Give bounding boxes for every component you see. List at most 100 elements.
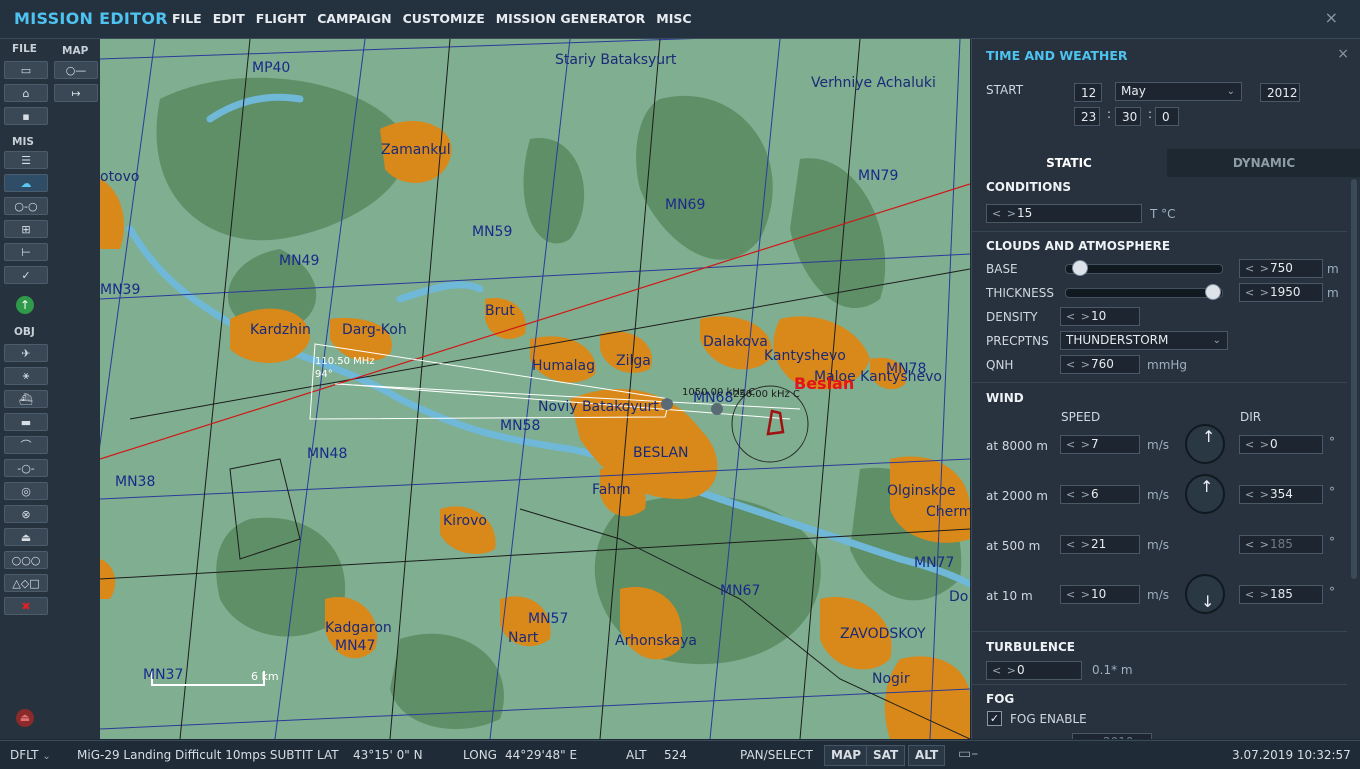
fog-visibility-input-partial[interactable]: 2010: [1072, 733, 1152, 739]
density-input[interactable]: < > 10: [1060, 307, 1140, 326]
pan-select-mode[interactable]: PAN/SELECT: [740, 748, 813, 762]
wind-dir-value: 354: [1270, 487, 1293, 501]
map-mode-button[interactable]: MAP: [824, 745, 869, 766]
precipitation-select[interactable]: THUNDERSTORM ⌄: [1060, 331, 1228, 350]
menu-mission-generator[interactable]: MISSION GENERATOR: [496, 11, 646, 26]
turbulence-input[interactable]: < > 0: [986, 661, 1082, 680]
mission-list-icon[interactable]: ☰: [4, 151, 48, 169]
new-file-icon[interactable]: ▭: [4, 61, 48, 79]
chevron-down-icon: ⌄: [42, 751, 51, 762]
boat-icon[interactable]: ⏏: [4, 528, 48, 546]
check-icon[interactable]: ✓: [4, 266, 48, 284]
divider: [972, 382, 1347, 383]
exit-icon[interactable]: ⏏: [16, 709, 34, 727]
cloud-base-knob[interactable]: [1071, 260, 1088, 276]
panel-close-button[interactable]: ×: [1337, 46, 1349, 62]
file-group-label: FILE: [12, 43, 37, 55]
cloud-thickness-unit: m: [1327, 286, 1339, 300]
tank-icon[interactable]: ▬: [4, 413, 48, 431]
menu-flight[interactable]: FLIGHT: [256, 11, 306, 26]
fog-enable-checkbox[interactable]: ✓: [987, 711, 1002, 726]
wind-dir-input[interactable]: < > 0: [1239, 435, 1323, 454]
static-object-icon[interactable]: ⌒: [4, 436, 48, 454]
scale-label: 6 km: [251, 670, 279, 683]
density-value: 10: [1091, 309, 1107, 323]
plane-icon[interactable]: ✈: [4, 344, 48, 362]
profile-select[interactable]: DFLT ⌄: [10, 748, 51, 762]
weather-cloud-icon[interactable]: ☁: [4, 174, 48, 192]
save-icon[interactable]: ▪: [4, 107, 48, 125]
time-weather-panel: TIME AND WEATHER × START 12 May ⌄ 2012 2…: [971, 39, 1360, 739]
template-icon[interactable]: -○-: [4, 459, 48, 477]
spinner-arrows-icon: < >: [1066, 538, 1091, 551]
temperature-input[interactable]: < > 15: [986, 204, 1142, 223]
wind-speed-input[interactable]: < > 6: [1060, 485, 1140, 504]
wind-direction-dial[interactable]: ↑: [1185, 424, 1225, 464]
wind-direction-dial[interactable]: ↓: [1185, 574, 1225, 614]
menu-edit[interactable]: EDIT: [213, 11, 245, 26]
tab-dynamic[interactable]: DYNAMIC: [1167, 149, 1360, 177]
spinner-arrows-icon: < >: [1245, 262, 1270, 275]
menu-bar: MISSION EDITOR FILE EDIT FLIGHT CAMPAIGN…: [0, 0, 1360, 39]
sat-mode-button[interactable]: SAT: [866, 745, 906, 766]
wind-altitude-label: at 2000 m: [986, 489, 1048, 503]
cloud-thickness-slider[interactable]: [1065, 284, 1223, 300]
wind-direction-dial[interactable]: ↑: [1185, 474, 1225, 514]
grid-label: MN69: [665, 197, 705, 213]
menu-file[interactable]: FILE: [172, 11, 202, 26]
shapes-icon[interactable]: △◇□: [4, 574, 48, 592]
start-day-input[interactable]: 12: [1074, 83, 1102, 102]
start-hour-input[interactable]: 23: [1074, 107, 1100, 126]
delete-target-icon[interactable]: ⊗: [4, 505, 48, 523]
time-colon: :: [1107, 107, 1112, 121]
tab-static[interactable]: STATIC: [972, 149, 1166, 177]
grid-label: MN39: [100, 282, 140, 298]
wind-dir-input[interactable]: < > 354: [1239, 485, 1323, 504]
start-minute-input[interactable]: 30: [1115, 107, 1141, 126]
menu-campaign[interactable]: CAMPAIGN: [317, 11, 391, 26]
map-key-icon[interactable]: ○—: [54, 61, 98, 79]
delete-icon[interactable]: ✖: [4, 597, 48, 615]
menu-misc[interactable]: MISC: [656, 11, 691, 26]
app-close-button[interactable]: ×: [1325, 8, 1338, 27]
map-canvas[interactable]: MP40 MN79 MN69 MN59 MN49 MN39 MN68 MN78 …: [100, 39, 970, 739]
wind-speed-input[interactable]: < > 7: [1060, 435, 1140, 454]
alt-mode-button[interactable]: ALT: [908, 745, 946, 766]
arrow-up-icon[interactable]: ↑: [16, 296, 34, 314]
group-icon[interactable]: ○○○: [4, 551, 48, 569]
conditions-heading: CONDITIONS: [986, 180, 1072, 194]
start-second-input[interactable]: 0: [1155, 107, 1179, 126]
panel-scrollbar[interactable]: [1351, 179, 1357, 579]
town-label: Noviy Batakoyurt: [538, 399, 659, 415]
qnh-input[interactable]: < > 760: [1060, 355, 1140, 374]
wind-altitude-label: at 8000 m: [986, 439, 1048, 453]
chevron-down-icon: ⌄: [1212, 335, 1221, 346]
town-label: Zilga: [616, 353, 651, 369]
wind-dir-value: 185: [1270, 587, 1293, 601]
wind-speed-input[interactable]: < > 10: [1060, 585, 1140, 604]
menu-customize[interactable]: CUSTOMIZE: [403, 11, 485, 26]
layers-icon[interactable]: ▭–: [958, 746, 978, 762]
start-month-select[interactable]: May ⌄: [1115, 82, 1242, 101]
cloud-thickness-input[interactable]: < > 1950: [1239, 283, 1323, 302]
ship-icon[interactable]: ⛴: [4, 390, 48, 408]
town-label: Kardzhin: [250, 322, 311, 338]
cloud-base-slider[interactable]: [1065, 260, 1223, 276]
cloud-base-input[interactable]: < > 750: [1239, 259, 1323, 278]
long-value: 44°29'48" E: [505, 748, 578, 762]
open-folder-icon[interactable]: ⌂: [4, 84, 48, 102]
start-year-input[interactable]: 2012: [1260, 83, 1300, 102]
map-view[interactable]: MP40 MN79 MN69 MN59 MN49 MN39 MN68 MN78 …: [100, 39, 970, 739]
helicopter-icon[interactable]: ⚹: [4, 367, 48, 385]
trigger-icon[interactable]: ⊢: [4, 243, 48, 261]
target-icon[interactable]: ◎: [4, 482, 48, 500]
mis-group-label: MIS: [12, 136, 34, 148]
wind-dir-input[interactable]: < > 185: [1239, 585, 1323, 604]
route-icon[interactable]: ○-○: [4, 197, 48, 215]
grid-label: MN67: [720, 583, 760, 599]
cloud-thickness-knob[interactable]: [1205, 284, 1222, 300]
ruler-icon[interactable]: ↦: [54, 84, 98, 102]
grid-label: MP40: [252, 60, 290, 76]
zone-icon[interactable]: ⊞: [4, 220, 48, 238]
wind-speed-input[interactable]: < > 21: [1060, 535, 1140, 554]
